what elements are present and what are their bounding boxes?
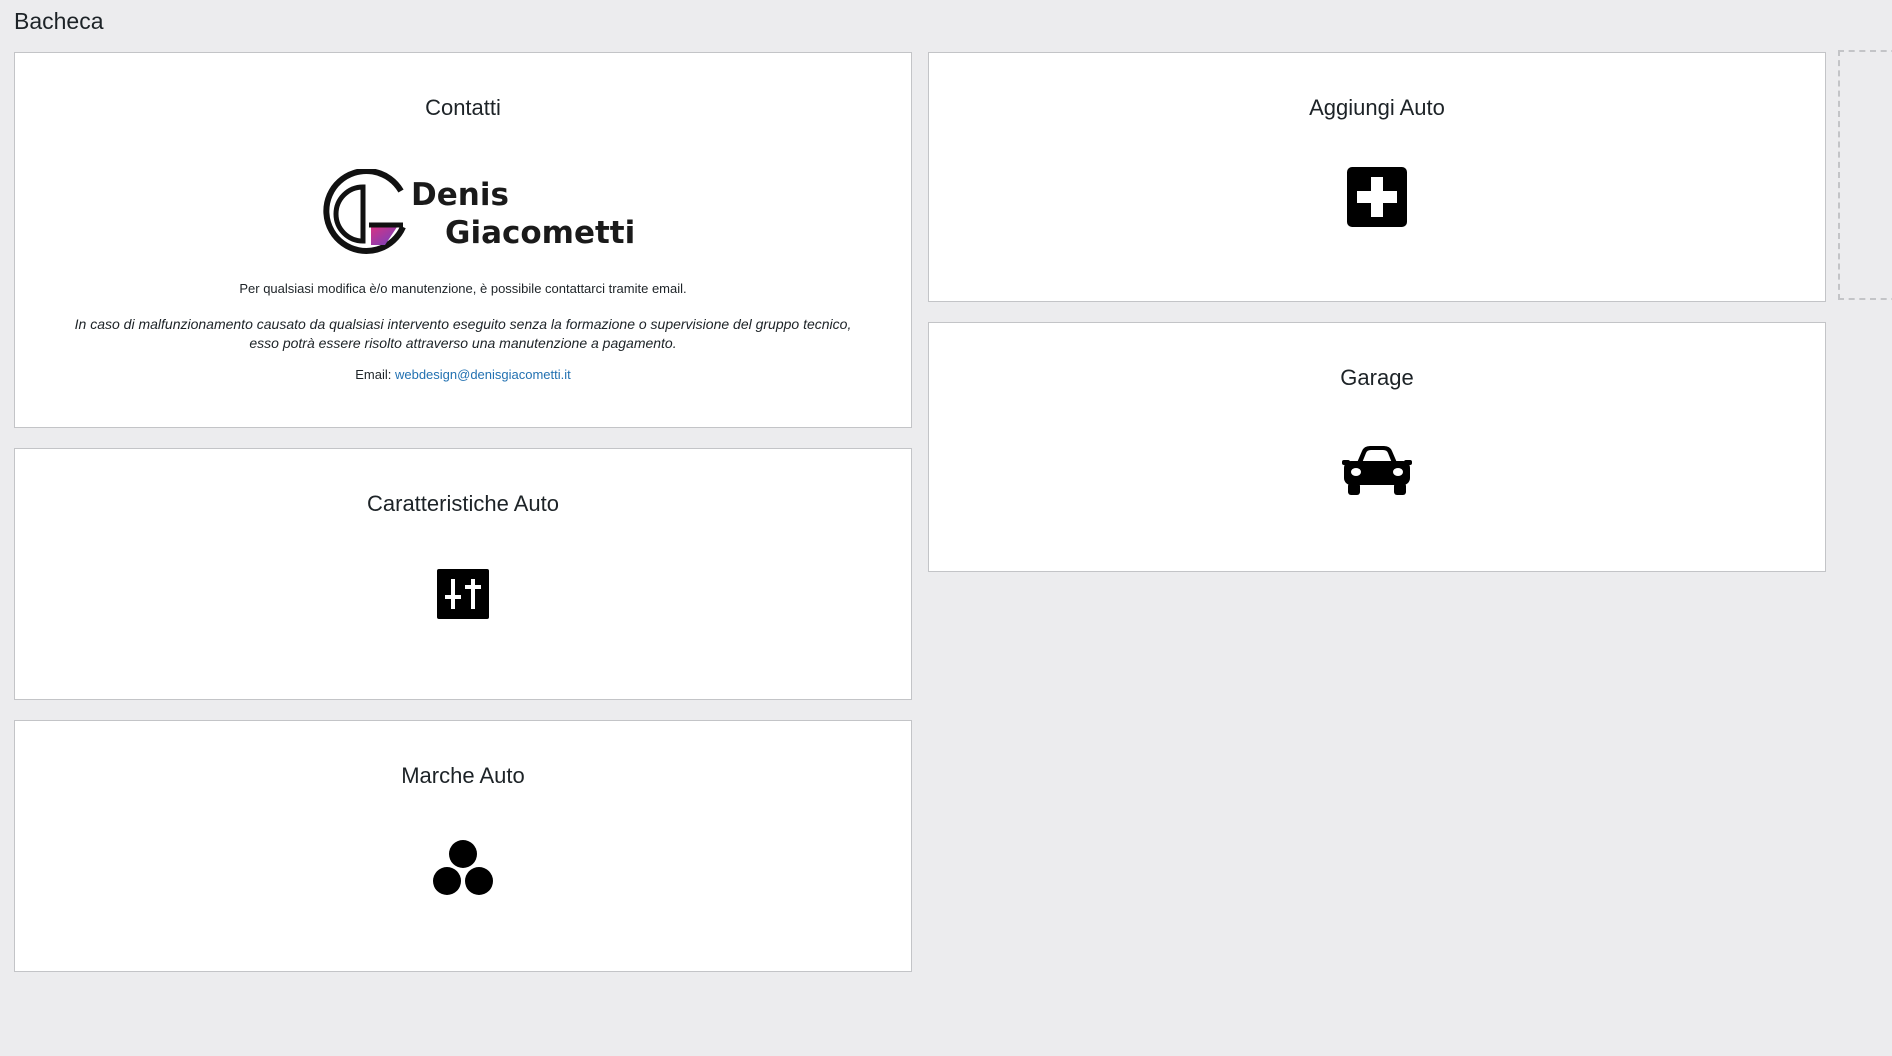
company-logo: Denis Giacometti [323,169,635,259]
marche-auto-title: Marche Auto [401,763,525,788]
aggiungi-auto-title: Aggiungi Auto [1309,95,1445,120]
garage-title: Garage [1340,365,1414,390]
logo-text-last: Giacometti [445,215,636,251]
contacts-email-link[interactable]: webdesign@denisgiacometti.it [395,367,571,382]
caratteristiche-auto-widget[interactable]: Caratteristiche Auto [14,448,912,700]
plus-square-icon [1347,167,1407,227]
logo-mark-icon [323,169,406,254]
dashboard-column-right: Aggiungi Auto Garage [928,52,1826,572]
garage-widget[interactable]: Garage [928,322,1826,572]
contacts-disclaimer-line1: In caso di malfunzionamento causato da q… [74,316,852,332]
contacts-info-text: Per qualsiasi modifica è/o manutenzione,… [239,281,687,296]
contacts-widget: Contatti Denis Giacometti Per qualsiasi … [14,52,912,428]
circles-icon [433,840,493,895]
aggiungi-auto-widget[interactable]: Aggiungi Auto [928,52,1826,302]
contacts-email-row: Email: webdesign@denisgiacometti.it [45,367,881,382]
sliders-icon [437,569,489,619]
caratteristiche-auto-title: Caratteristiche Auto [367,491,559,516]
dashboard-column-left: Contatti Denis Giacometti Per qualsiasi … [14,52,912,972]
contacts-disclaimer: In caso di malfunzionamento causato da q… [45,315,881,353]
contacts-widget-title: Contatti [425,95,501,120]
car-icon [1342,446,1412,495]
empty-column-drop-zone[interactable] [1838,50,1892,300]
contacts-email-label: Email: [355,367,392,382]
contacts-disclaimer-line2: esso potrà essere risolto attraverso una… [249,335,677,351]
page-title: Bacheca [14,8,104,34]
logo-text-first: Denis [411,177,509,213]
marche-auto-widget[interactable]: Marche Auto [14,720,912,972]
